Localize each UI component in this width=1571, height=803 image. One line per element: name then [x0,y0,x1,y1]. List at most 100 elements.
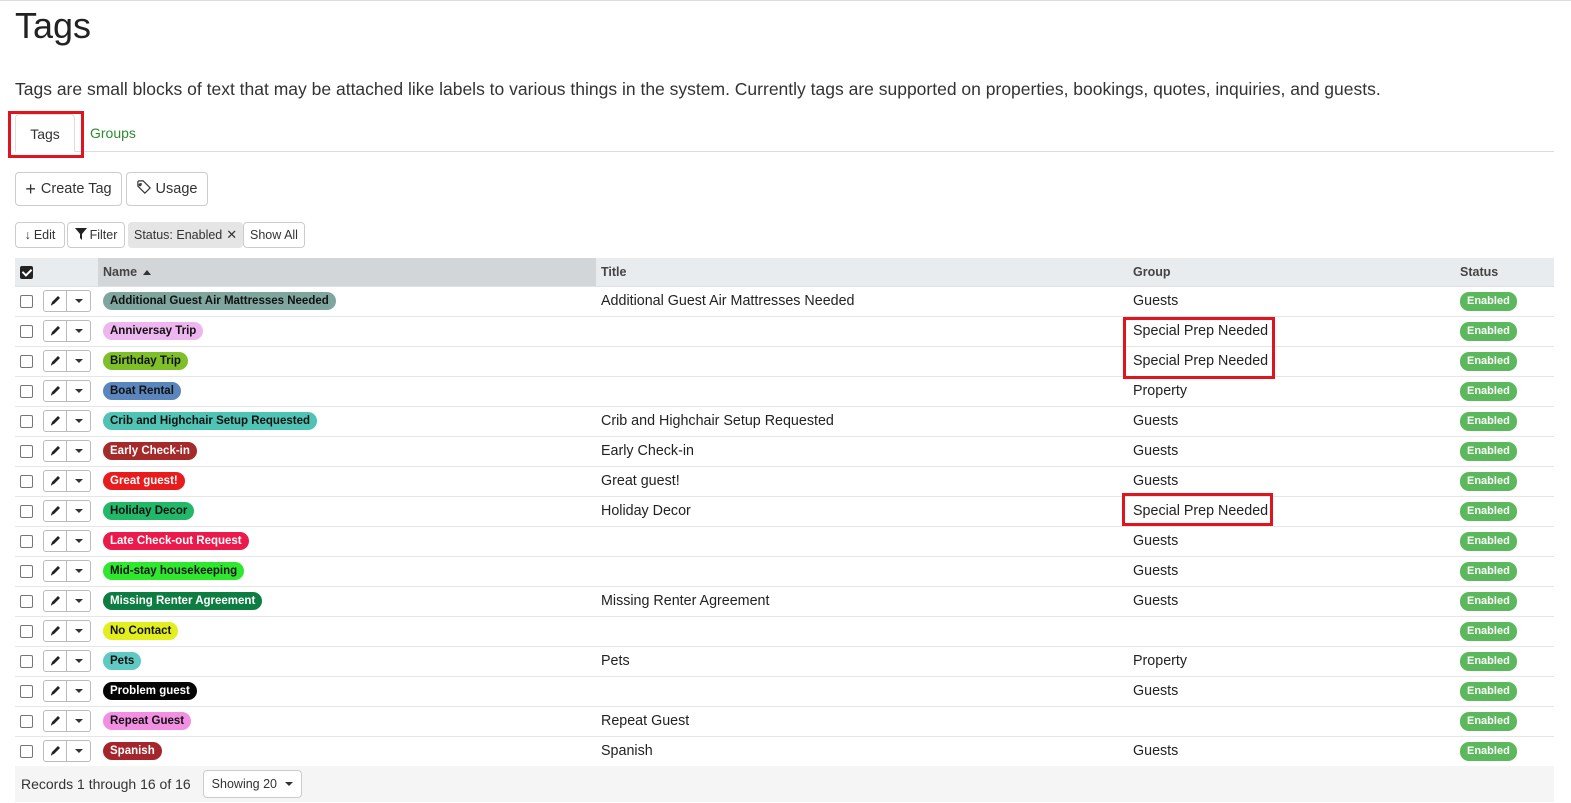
status-column-header[interactable]: Status [1455,258,1554,287]
row-menu-dropdown[interactable] [67,710,91,732]
title-cell: Repeat Guest [596,706,1128,737]
group-column-header[interactable]: Group [1128,258,1455,287]
row-menu-dropdown[interactable] [67,650,91,672]
row-checkbox[interactable] [20,564,33,578]
edit-pencil-icon[interactable] [43,740,67,762]
row-checkbox[interactable] [20,684,33,698]
tag-label[interactable]: Late Check-out Request [103,532,249,550]
tag-label[interactable]: Crib and Highchair Setup Requested [103,412,317,430]
chevron-down-icon [74,329,83,333]
tag-label[interactable]: Birthday Trip [103,352,188,370]
chevron-down-icon [74,449,83,453]
select-all-header [15,258,98,287]
edit-pencil-icon[interactable] [43,440,67,462]
page-description: Tags are small blocks of text that may b… [15,79,1381,99]
edit-pencil-icon[interactable] [43,470,67,492]
row-checkbox[interactable] [20,324,33,338]
tag-label[interactable]: Pets [103,652,142,670]
group-cell: Guests [1128,736,1455,767]
edit-pencil-icon[interactable] [43,620,67,642]
tab-groups[interactable]: Groups [90,114,136,152]
remove-filter-icon[interactable]: ✕ [226,227,237,243]
row-checkbox[interactable] [20,744,33,758]
group-cell: Guests [1128,586,1455,617]
row-checkbox[interactable] [20,624,33,638]
row-checkbox[interactable] [20,594,33,608]
edit-pencil-icon[interactable] [43,350,67,372]
table-row: Late Check-out Request Guests Enabled [15,526,1554,557]
row-menu-dropdown[interactable] [67,590,91,612]
row-checkbox[interactable] [20,714,33,728]
name-cell: No Contact [98,616,596,647]
title-cell [596,376,1128,407]
row-checkbox[interactable] [20,384,33,398]
row-menu-dropdown[interactable] [67,500,91,522]
usage-button[interactable]: Usage [126,172,208,206]
tag-label[interactable]: Boat Rental [103,382,181,400]
edit-pencil-icon[interactable] [43,710,67,732]
row-checkbox[interactable] [20,534,33,548]
tag-label[interactable]: Great guest! [103,472,185,490]
create-tag-button[interactable]: + Create Tag [15,172,122,206]
tag-label[interactable]: Problem guest [103,682,197,700]
row-actions [43,680,91,702]
row-checkbox[interactable] [20,414,33,428]
row-actions [43,650,91,672]
page-size-dropdown[interactable]: Showing 20 [202,770,302,798]
edit-pencil-icon[interactable] [43,680,67,702]
edit-pencil-icon[interactable] [43,320,67,342]
row-checkbox[interactable] [20,294,33,308]
table-row: Great guest! Great guest! Guests Enabled [15,466,1554,497]
tag-label[interactable]: Repeat Guest [103,712,192,730]
row-menu-dropdown[interactable] [67,560,91,582]
tag-label[interactable]: No Contact [103,622,179,640]
chevron-down-icon [74,389,83,393]
title-cell [596,316,1128,347]
row-checkbox[interactable] [20,504,33,518]
row-menu-dropdown[interactable] [67,680,91,702]
row-menu-dropdown[interactable] [67,440,91,462]
edit-pencil-icon[interactable] [43,380,67,402]
tag-label[interactable]: Spanish [103,742,162,760]
edit-pencil-icon[interactable] [43,590,67,612]
row-menu-dropdown[interactable] [67,320,91,342]
filter-button[interactable]: Filter [67,222,125,248]
name-cell: Anniversay Trip [98,316,596,347]
row-menu-dropdown[interactable] [67,530,91,552]
row-menu-dropdown[interactable] [67,350,91,372]
tag-label[interactable]: Missing Renter Agreement [103,592,263,610]
row-checkbox[interactable] [20,474,33,488]
row-menu-dropdown[interactable] [67,380,91,402]
row-menu-dropdown[interactable] [67,470,91,492]
row-checkbox[interactable] [20,354,33,368]
status-badge: Enabled [1460,711,1517,731]
row-checkbox[interactable] [20,654,33,668]
status-cell: Enabled [1455,736,1554,767]
tag-label[interactable]: Holiday Decor [103,502,195,520]
edit-pencil-icon[interactable] [43,410,67,432]
status-cell: Enabled [1455,676,1554,707]
tab-tags[interactable]: Tags [15,114,75,152]
tag-label[interactable]: Additional Guest Air Mattresses Needed [103,292,336,310]
group-cell: Special Prep Needed [1128,496,1455,527]
row-menu-dropdown[interactable] [67,740,91,762]
row-menu-dropdown[interactable] [67,290,91,312]
edit-button[interactable]: ↓ Edit [15,222,65,248]
edit-pencil-icon[interactable] [43,500,67,522]
tag-label[interactable]: Early Check-in [103,442,197,460]
tag-label[interactable]: Mid-stay housekeeping [103,562,245,580]
edit-pencil-icon[interactable] [43,290,67,312]
select-all-checkbox[interactable] [20,265,33,279]
edit-pencil-icon[interactable] [43,530,67,552]
row-menu-dropdown[interactable] [67,410,91,432]
name-column-header[interactable]: Name [98,258,596,287]
tag-label[interactable]: Anniversay Trip [103,322,204,340]
row-checkbox[interactable] [20,444,33,458]
edit-pencil-icon[interactable] [43,560,67,582]
show-all-button[interactable]: Show All [243,222,305,248]
edit-pencil-icon[interactable] [43,650,67,672]
table-row: Holiday Decor Holiday Decor Special Prep N… [15,496,1554,527]
title-column-header[interactable]: Title [596,258,1128,287]
row-actions [43,590,91,612]
row-menu-dropdown[interactable] [67,620,91,642]
